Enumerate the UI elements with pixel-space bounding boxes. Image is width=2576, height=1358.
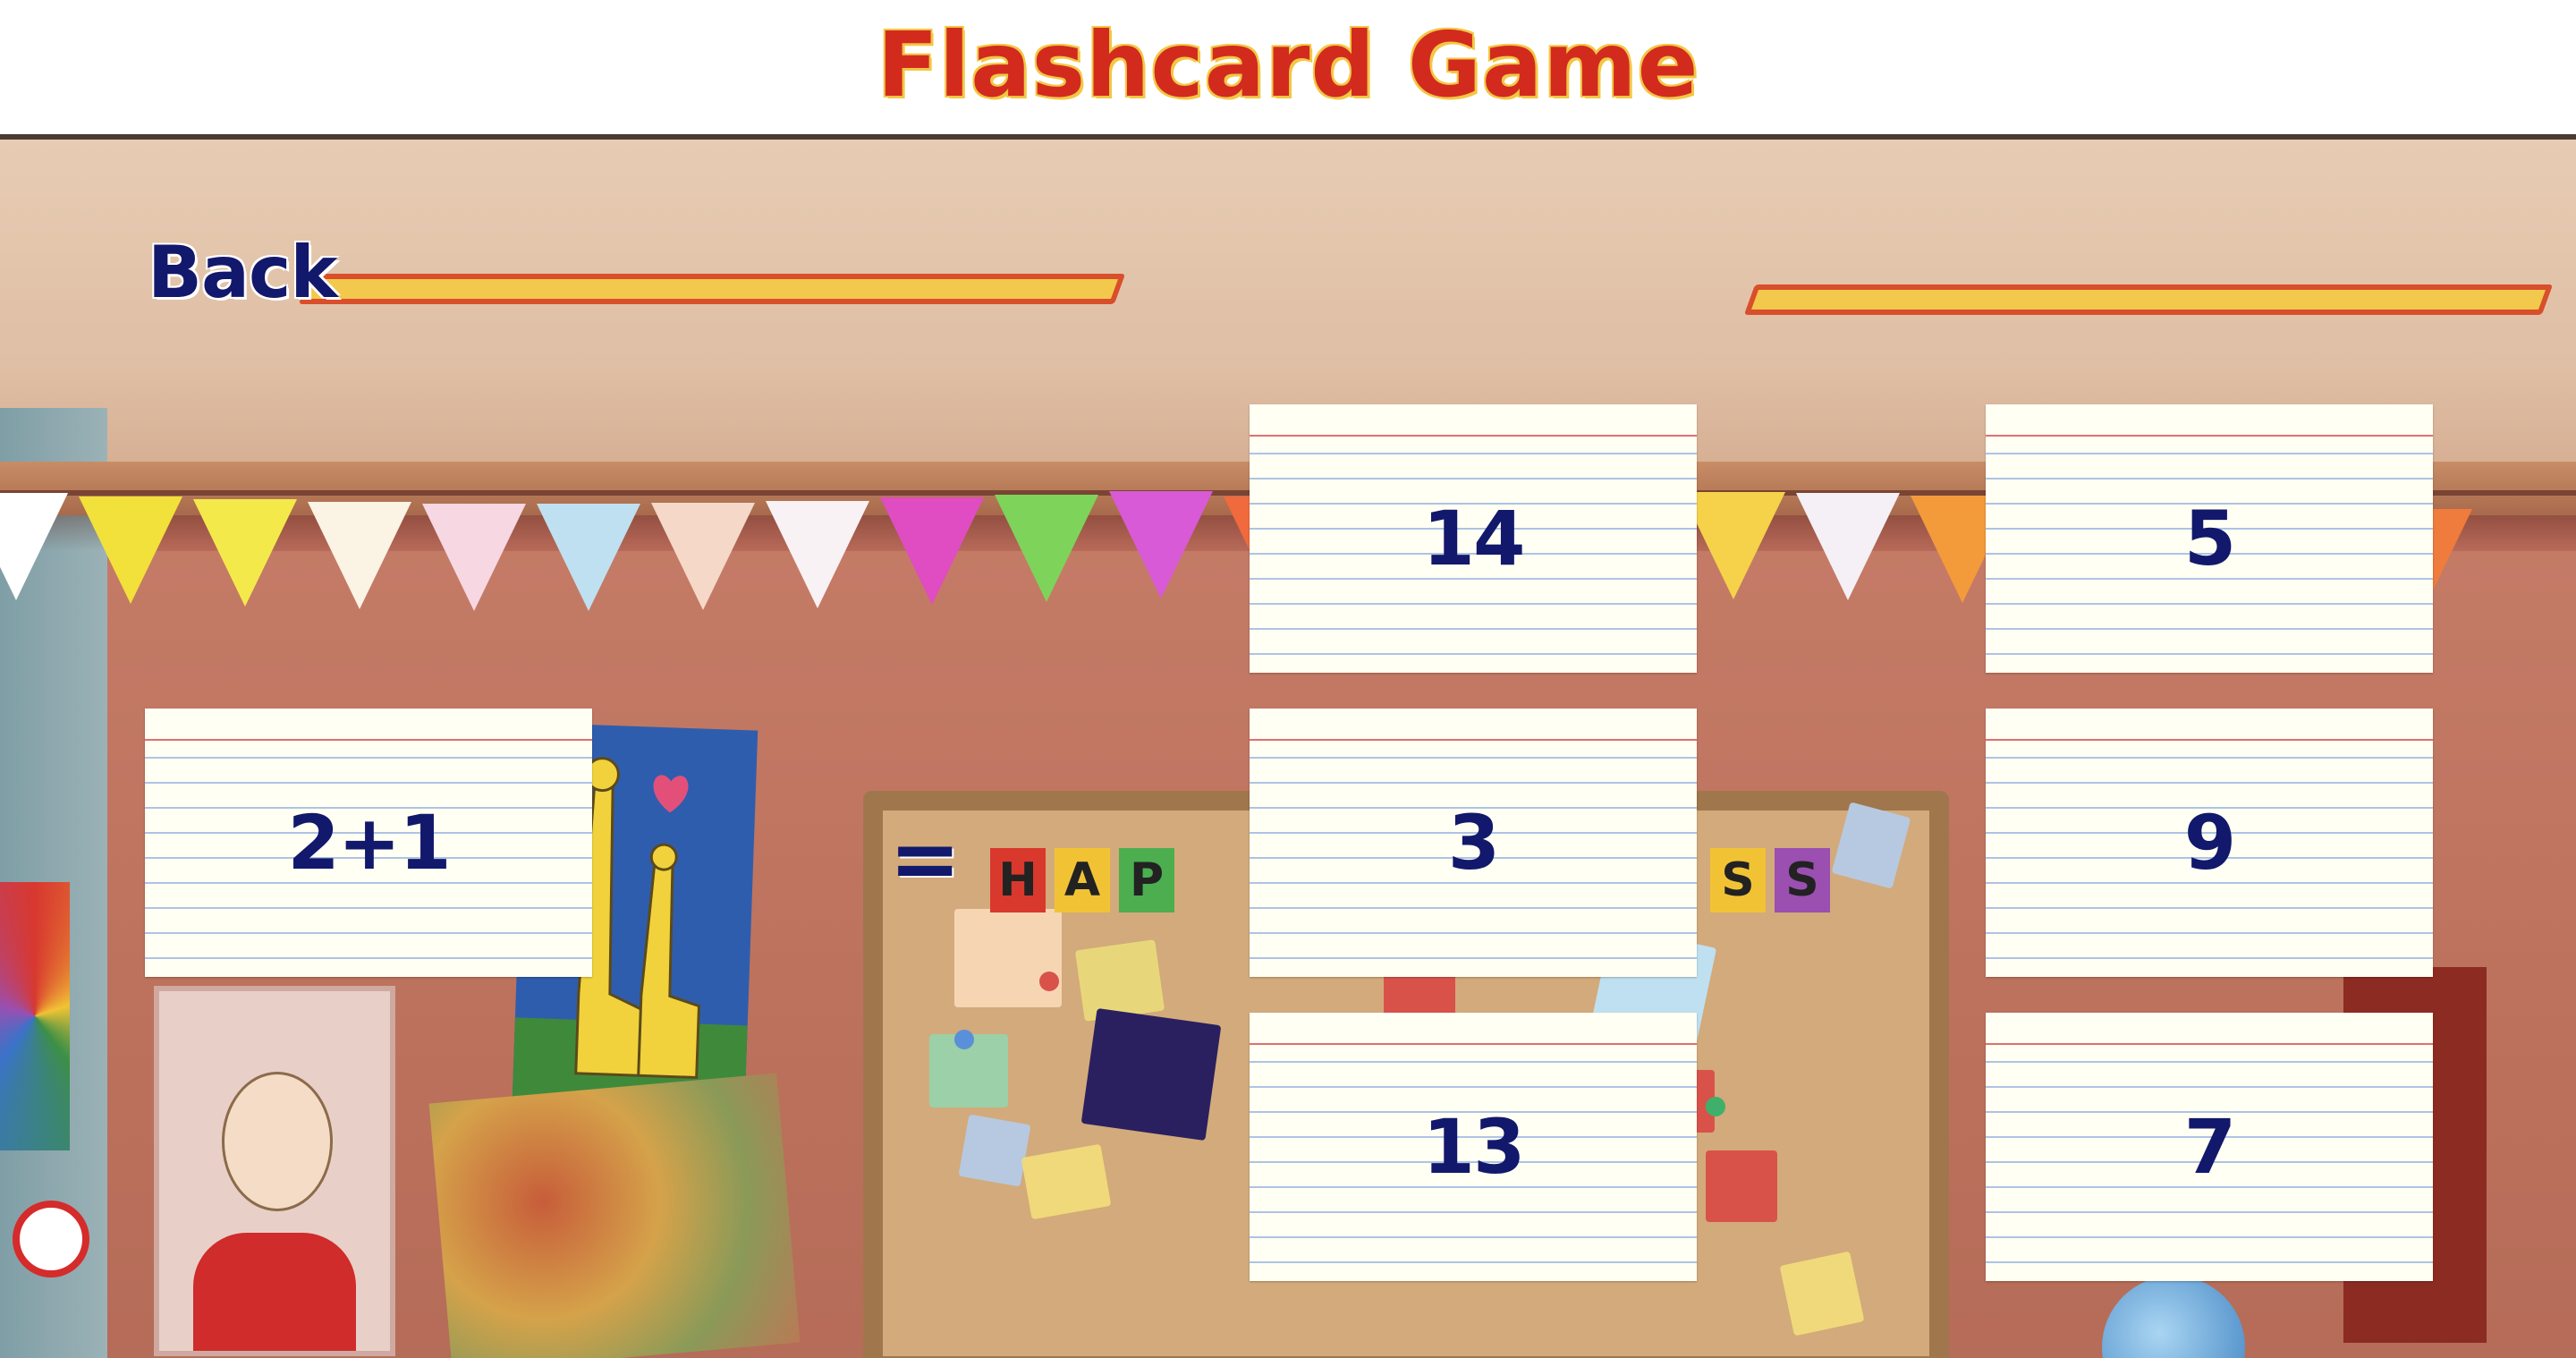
push-pin (1706, 1097, 1725, 1116)
page-title: Flashcard Game (877, 13, 1699, 117)
back-button[interactable]: Back (148, 231, 338, 314)
board-note (1706, 1150, 1777, 1222)
no-sign-icon (13, 1201, 89, 1277)
answer-card[interactable]: 14 (1250, 404, 1697, 673)
paint-splatter-poster (428, 1073, 801, 1358)
push-pin (954, 1030, 974, 1049)
answer-value: 9 (2183, 799, 2236, 887)
bunting-flag (1109, 490, 1213, 598)
push-pin (1039, 972, 1059, 991)
bunting-flag (995, 494, 1098, 602)
ceiling-light-right (1743, 284, 2554, 315)
answer-value: 14 (1422, 495, 1526, 582)
header-bar: Flashcard Game (0, 0, 2576, 136)
portrait-shirt (193, 1233, 356, 1351)
board-note (1021, 1143, 1112, 1220)
board-note (958, 1114, 1031, 1187)
bunting-flag (766, 500, 869, 608)
banner-letter: S (1710, 848, 1766, 912)
answer-value: 13 (1422, 1103, 1526, 1191)
answer-value: 5 (2183, 495, 2236, 582)
bunting-flag (651, 502, 755, 610)
banner-letter: S (1775, 848, 1830, 912)
bunting-flag (0, 493, 68, 600)
ceiling-light-left (298, 274, 1126, 304)
question-card: 2+1 (145, 709, 592, 977)
rocket-poster (1080, 1007, 1222, 1142)
bunting-flag (1796, 493, 1900, 601)
mosaic-poster (0, 882, 70, 1150)
board-note (954, 909, 1062, 1007)
answer-value: 7 (2183, 1103, 2236, 1191)
board-note (1074, 939, 1165, 1022)
bunting-flag (422, 503, 526, 611)
banner-letter: A (1055, 848, 1110, 912)
question-expression: 2+1 (287, 799, 451, 887)
bunting-flag (308, 502, 411, 610)
bunting-flag (193, 499, 297, 607)
answer-card[interactable]: 7 (1986, 1013, 2433, 1281)
portrait-drawing (154, 986, 395, 1356)
answer-card[interactable]: 9 (1986, 709, 2433, 977)
answer-card[interactable]: 3 (1250, 709, 1697, 977)
answer-card[interactable]: 5 (1986, 404, 2433, 673)
board-note (1779, 1251, 1865, 1337)
board-note (1831, 802, 1911, 889)
bunting-flag (537, 503, 640, 611)
answer-value: 3 (1447, 799, 1500, 887)
bunting-flag (880, 497, 984, 606)
banner-letter: H (990, 848, 1046, 912)
bunting-flag (1682, 491, 1785, 599)
banner-letter: P (1119, 848, 1174, 912)
bunting-flag (79, 496, 182, 604)
equals-sign: = (889, 809, 962, 909)
answer-card[interactable]: 13 (1250, 1013, 1697, 1281)
portrait-face (222, 1072, 333, 1211)
